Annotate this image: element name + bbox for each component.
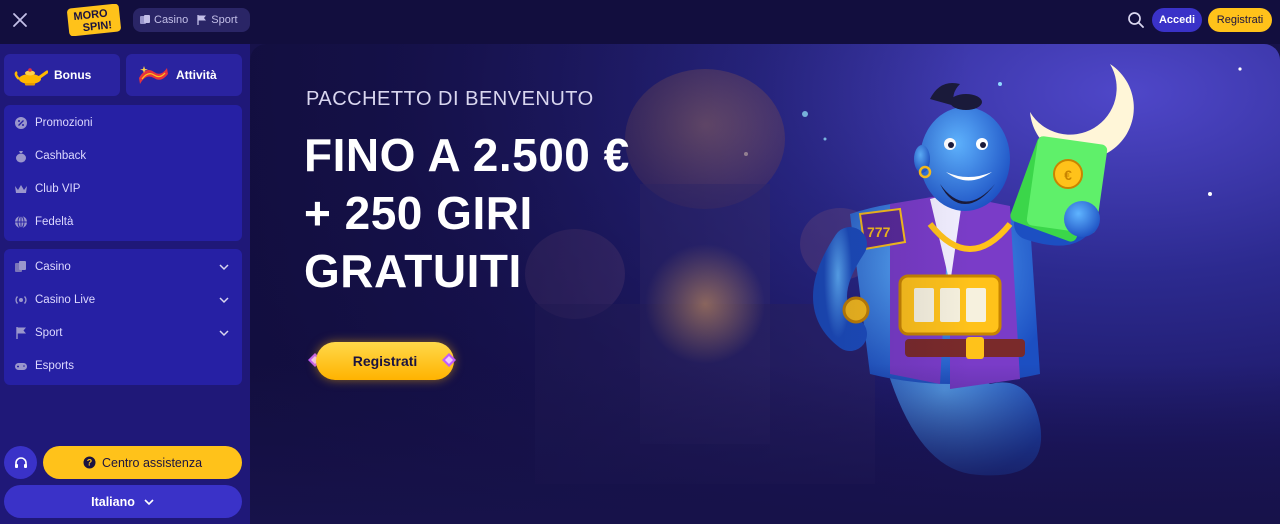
quick-tab-bonus-label: Bonus [54,68,92,82]
promo-panel: Promozioni Cashback Club VIP Fedeltà [4,105,242,241]
sidebar-item-label: Casino [35,260,71,273]
games-panel: Casino Casino Live Sport Esports [4,249,242,385]
tab-sport[interactable]: Sport [196,14,238,26]
chevron-down-icon[interactable] [218,261,230,273]
chevron-down-icon [144,498,154,505]
language-selector[interactable]: Italiano [4,485,242,518]
tab-casino[interactable]: Casino [139,14,188,26]
welcome-banner[interactable]: 777 € PACCHETTO DI BENVENUTO FINO A 2.50… [250,44,1280,524]
quick-tab-activity[interactable]: Attività [126,54,242,96]
genie-lamp-icon [14,68,48,86]
support-headset-button[interactable] [4,446,37,479]
live-icon [15,295,27,304]
flag-icon [16,326,26,339]
headline-line: GRATUITI [304,245,522,297]
money-bag-icon [16,150,26,162]
help-center-button[interactable]: ? Centro assistenza [43,446,242,479]
login-button[interactable]: Accedi [1152,8,1202,32]
cards-icon [140,15,150,24]
sidebar-item-label: Fedeltà [35,215,74,228]
sidebar-item-club-vip[interactable]: Club VIP [4,172,242,205]
logo[interactable]: MORO SPIN! [66,4,122,36]
banner-register-button[interactable]: Registrati [316,342,454,380]
loyalty-icon [15,215,27,228]
chevron-down-icon[interactable] [218,294,230,306]
svg-text:?: ? [87,458,93,468]
gamepad-icon [15,362,27,370]
sidebar-item-casino[interactable]: Casino [4,250,242,283]
headline-line: FINO A 2.500 € [304,129,630,181]
sidebar-item-label: Esports [35,359,74,372]
sidebar-item-casino-live[interactable]: Casino Live [4,283,242,316]
banner-headline: FINO A 2.500 € + 250 GIRI GRATUITI [304,126,630,300]
close-icon[interactable] [10,10,30,30]
tab-sport-label: Sport [211,14,238,26]
cards-icon [15,260,26,272]
sidebar-item-sport[interactable]: Sport [4,316,242,349]
flying-carpet-icon [139,66,168,84]
sidebar-item-esports[interactable]: Esports [4,349,242,382]
sidebar-item-label: Club VIP [35,182,81,195]
chevron-down-icon[interactable] [218,327,230,339]
help-center-label: Centro assistenza [101,455,203,470]
headset-icon [14,456,27,468]
question-icon: ? [83,456,96,469]
tab-casino-label: Casino [154,14,189,26]
banner-bottom-fade [250,364,1280,524]
sidebar-item-fedelta[interactable]: Fedeltà [4,205,242,238]
sidebar-item-cashback[interactable]: Cashback [4,139,242,172]
quick-tab-activity-label: Attività [176,68,217,82]
sidebar-item-label: Promozioni [35,116,93,129]
sidebar-item-label: Sport [35,326,63,339]
sidebar-item-label: Cashback [35,149,87,162]
flag-icon [197,15,207,25]
promo-icon [15,116,27,129]
sidebar-item-promozioni[interactable]: Promozioni [4,106,242,139]
headline-line: + 250 GIRI [304,187,533,239]
signup-button[interactable]: Registrati [1208,8,1272,32]
mode-switch: Casino Sport [133,8,250,32]
diamond-icon [442,353,456,367]
language-label: Italiano [91,494,135,509]
sidebar-item-label: Casino Live [35,293,96,306]
top-bar: MORO SPIN! Casino Sport Accedi Registrat… [0,0,1280,44]
search-icon[interactable] [1127,11,1145,29]
sidebar: Bonus Attività Promozioni Cashback Club … [0,44,250,524]
quick-tab-bonus[interactable]: Bonus [4,54,120,96]
banner-subtitle: PACCHETTO DI BENVENUTO [306,88,594,110]
crown-icon [15,184,27,193]
